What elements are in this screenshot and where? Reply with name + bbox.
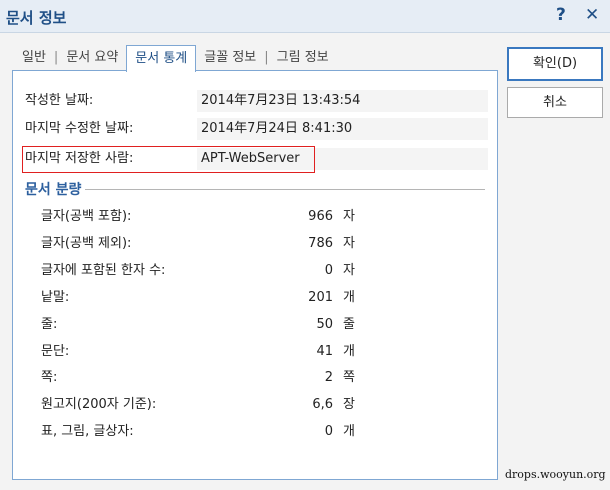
tab-summary[interactable]: 문서 요약 <box>58 45 126 70</box>
created-date-value: 2014年7月23日 13:43:54 <box>197 90 488 112</box>
stat-value: 0 <box>324 263 333 278</box>
stat-row: 문단: 41 개 <box>41 342 355 362</box>
cancel-button[interactable]: 취소 <box>507 87 603 118</box>
statistics-panel: 작성한 날짜: 2014年7月23日 13:43:54 마지막 수정한 날짜: … <box>12 70 498 480</box>
stat-value: 0 <box>324 424 333 439</box>
created-date-row: 작성한 날짜: 2014年7月23日 13:43:54 <box>25 90 488 112</box>
close-button[interactable]: ✕ <box>585 5 599 25</box>
tab-images[interactable]: 그림 정보 <box>269 45 337 70</box>
stat-row: 글자(공백 제외): 786 자 <box>41 234 355 254</box>
stat-unit: 개 <box>343 344 355 359</box>
stat-value: 41 <box>316 344 333 359</box>
stat-label: 쪽: <box>41 370 58 385</box>
title-bar: 문서 정보 ? ✕ <box>0 0 610 33</box>
tab-statistics[interactable]: 문서 통계 <box>126 45 197 72</box>
created-date-label: 작성한 날짜: <box>25 93 94 108</box>
stat-label: 원고지(200자 기준): <box>41 397 157 412</box>
section-title: 문서 분량 <box>25 182 82 198</box>
stat-value: 966 <box>308 209 333 224</box>
stat-unit: 쪽 <box>343 370 355 385</box>
stat-row: 쪽: 2 쪽 <box>41 368 355 388</box>
stat-label: 글자(공백 제외): <box>41 236 132 251</box>
tab-fonts[interactable]: 글꼴 정보 <box>196 45 264 70</box>
stat-value: 786 <box>308 236 333 251</box>
stat-label: 글자에 포함된 한자 수: <box>41 263 166 278</box>
stat-unit: 줄 <box>343 317 355 332</box>
stat-value: 50 <box>316 317 333 332</box>
watermark: drops.wooyun.org <box>505 468 606 481</box>
help-button[interactable]: ? <box>556 5 566 25</box>
section-divider <box>85 188 485 190</box>
stat-unit: 개 <box>343 424 355 439</box>
stat-label: 낱말: <box>41 290 70 305</box>
modified-date-value: 2014年7月24日 8:41:30 <box>197 118 488 140</box>
section-header: 문서 분량 <box>25 179 485 199</box>
stat-row: 낱말: 201 개 <box>41 288 355 308</box>
stat-unit: 자 <box>343 263 355 278</box>
stat-unit: 자 <box>343 209 355 224</box>
highlight-box <box>22 146 315 173</box>
tab-general[interactable]: 일반 <box>14 45 54 70</box>
stat-unit: 장 <box>343 397 355 412</box>
dialog-title: 문서 정보 <box>6 9 67 27</box>
stat-value: 2 <box>324 370 333 385</box>
stat-value: 201 <box>308 290 333 305</box>
stat-label: 줄: <box>41 317 58 332</box>
stat-value: 6,6 <box>312 397 333 412</box>
modified-date-row: 마지막 수정한 날짜: 2014年7月24日 8:41:30 <box>25 118 488 140</box>
stat-label: 문단: <box>41 344 70 359</box>
stat-row: 표, 그림, 글상자: 0 개 <box>41 422 355 442</box>
stat-label: 표, 그림, 글상자: <box>41 424 134 439</box>
ok-button[interactable]: 확인(D) <box>507 47 603 81</box>
stat-row: 글자에 포함된 한자 수: 0 자 <box>41 261 355 281</box>
stat-unit: 자 <box>343 236 355 251</box>
stat-row: 원고지(200자 기준): 6,6 장 <box>41 395 355 415</box>
stat-label: 글자(공백 포함): <box>41 209 132 224</box>
stat-unit: 개 <box>343 290 355 305</box>
stat-row: 줄: 50 줄 <box>41 315 355 335</box>
modified-date-label: 마지막 수정한 날짜: <box>25 121 134 136</box>
tab-bar: 일반 | 문서 요약 문서 통계 글꼴 정보 | 그림 정보 <box>14 45 337 72</box>
stat-row: 글자(공백 포함): 966 자 <box>41 207 355 227</box>
